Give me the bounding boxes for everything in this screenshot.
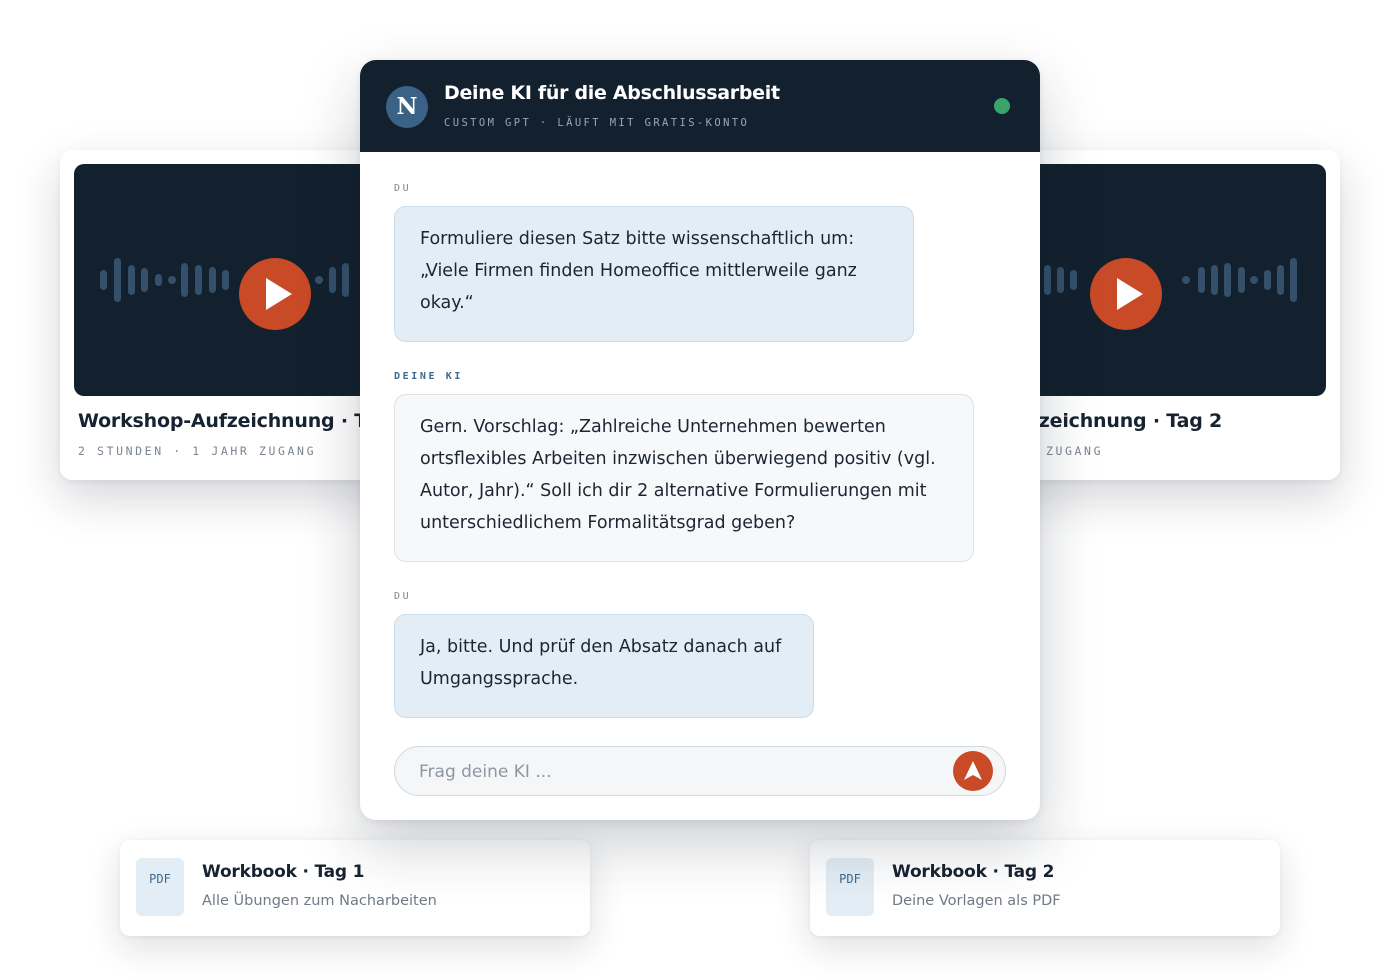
send-arrow-icon <box>964 761 982 780</box>
send-button[interactable] <box>953 751 993 791</box>
play-button[interactable] <box>1090 258 1162 330</box>
video-card-day-2[interactable]: Workshop-Aufzeichnung · Tag 2 2 STUNDEN … <box>1000 150 1340 480</box>
message-role-label: DU <box>394 183 412 194</box>
chat-input[interactable] <box>417 747 941 797</box>
waveform-graphic <box>100 258 349 302</box>
chat-header: N Deine KI für die Abschlussarbeit CUSTO… <box>360 60 1040 152</box>
online-status-icon <box>994 98 1010 114</box>
pdf-subtitle: Deine Vorlagen als PDF <box>892 893 1061 909</box>
message-role-label: DU <box>394 591 412 602</box>
video-player[interactable] <box>1000 164 1326 396</box>
chat-subtitle: CUSTOM GPT · LÄUFT MIT GRATIS-KONTO <box>444 117 750 129</box>
pdf-file-icon: PDF <box>136 858 184 916</box>
waveform-graphic <box>1044 258 1297 302</box>
pdf-card-workbook-1[interactable]: PDF Workbook · Tag 1 Alle Übungen zum Na… <box>120 840 590 936</box>
user-message: Formuliere diesen Satz bitte wissenschaf… <box>394 206 914 342</box>
pdf-subtitle: Alle Übungen zum Nacharbeiten <box>202 893 437 909</box>
video-title: Workshop-Aufzeichnung · Tag 1 <box>78 410 400 432</box>
ai-message: Gern. Vorschlag: „Zahlreiche Unternehmen… <box>394 394 974 562</box>
play-button[interactable] <box>239 258 311 330</box>
avatar: N <box>386 86 428 128</box>
video-player[interactable] <box>74 164 400 396</box>
chat-title: Deine KI für die Abschlussarbeit <box>444 82 780 104</box>
message-role-label: DEINE KI <box>394 371 463 382</box>
pdf-title: Workbook · Tag 2 <box>892 862 1055 882</box>
user-message: Ja, bitte. Und prüf den Absatz danach au… <box>394 614 814 718</box>
video-meta: 2 STUNDEN · 1 JAHR ZUGANG <box>78 444 317 458</box>
video-card-day-1[interactable]: Workshop-Aufzeichnung · Tag 1 2 STUNDEN … <box>60 150 400 480</box>
pdf-card-workbook-2[interactable]: PDF Workbook · Tag 2 Deine Vorlagen als … <box>810 840 1280 936</box>
chat-window: N Deine KI für die Abschlussarbeit CUSTO… <box>360 60 1040 820</box>
chat-input-bar <box>394 746 1006 797</box>
pdf-title: Workbook · Tag 1 <box>202 862 365 882</box>
pdf-file-icon: PDF <box>826 858 874 916</box>
